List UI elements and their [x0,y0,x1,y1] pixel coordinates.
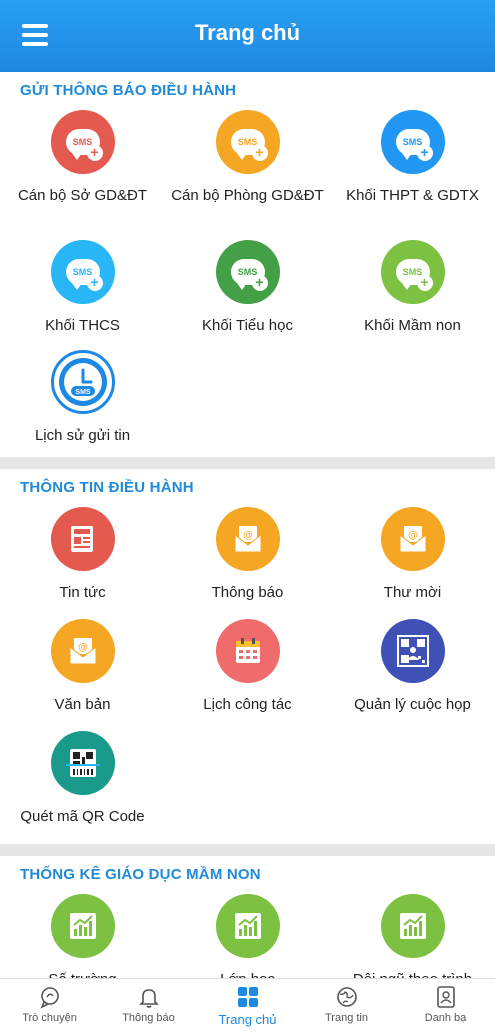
section-title: THÔNG TIN ĐIỀU HÀNH [20,479,194,496]
bottom-navigation: Trò chuyện Thông báo Trang chủ Trang tin… [0,978,495,1036]
nav-tro-chuyen[interactable]: Trò chuyện [0,979,99,1036]
item-tin-tuc[interactable]: Tin tức [0,507,165,619]
sms-add-icon: SMS + [215,110,280,174]
chat-icon [39,987,59,1009]
chart-icon [215,894,280,958]
section-send-notification: GỬI THÔNG BÁO ĐIỀU HÀNH SMS + Cán bộ Sở … [0,72,495,457]
sms-add-icon: SMS + [380,110,445,174]
item-can-bo-so[interactable]: SMS + Cán bộ Sở GD&ĐT [0,110,165,240]
sms-add-icon: SMS + [50,240,115,304]
chart-icon [50,894,115,958]
item-label: Cán bộ Phòng GD&ĐT [171,187,324,204]
item-label: Khối THCS [45,317,120,334]
section-title: GỬI THÔNG BÁO ĐIỀU HÀNH [20,82,237,99]
nav-trang-chu[interactable]: Trang chủ [198,979,297,1036]
sms-add-icon: SMS + [50,110,115,174]
main-content[interactable]: GỬI THÔNG BÁO ĐIỀU HÀNH SMS + Cán bộ Sở … [0,72,495,978]
page-title: Trang chủ [194,20,301,45]
item-label: Thư mời [383,584,442,601]
contacts-icon [436,986,455,1008]
mail-icon: @ [50,619,115,683]
item-khoi-thcs[interactable]: SMS + Khối THCS [0,240,165,350]
item-label: Cán bộ Sở GD&ĐT [17,187,148,204]
app-header: Trang chủ [0,0,495,72]
home-grid-icon [237,987,258,1007]
section-info: THÔNG TIN ĐIỀU HÀNH Tin tức @ Thông báo … [0,469,495,844]
item-label: Quét mã QR Code [20,808,145,825]
item-khoi-mam-non[interactable]: SMS + Khối Mầm non [330,240,495,350]
item-label: Văn bản [54,696,111,713]
item-label: Quản lý cuộc họp [354,696,471,713]
meeting-qr-icon [380,619,445,683]
item-label: Tin tức [59,584,106,601]
svg-text:@: @ [78,642,88,653]
item-khoi-tieu-hoc[interactable]: SMS + Khối Tiểu học [165,240,330,350]
mail-icon: @ [380,507,445,571]
svg-text:@: @ [243,530,253,541]
item-label: Lịch sử gửi tin [34,427,131,444]
item-quan-ly-cuoc-hop[interactable]: Quản lý cuộc họp [330,619,495,731]
nav-trang-tin[interactable]: Trang tin [297,979,396,1036]
sms-history-icon: SMS [50,350,115,414]
item-so-truong[interactable]: Số trường [0,894,165,978]
item-label: Lịch công tác [203,696,292,713]
item-label: Khối Tiểu học [202,317,293,334]
item-thu-moi[interactable]: @ Thư mời [330,507,495,619]
item-label: Số trường [3,970,163,978]
nav-label: Thông báo [122,1012,175,1024]
nav-label: Danh bạ [424,1012,467,1024]
nav-thong-bao[interactable]: Thông báo [99,979,198,1036]
item-lich-su-gui-tin[interactable]: SMS Lịch sử gửi tin [0,350,165,460]
chart-icon [380,894,445,958]
nav-label: Trò chuyện [22,1012,77,1024]
nav-danh-ba[interactable]: Danh bạ [396,979,495,1036]
item-lop-hoc[interactable]: Lớp học [165,894,330,978]
item-thong-bao[interactable]: @ Thông báo [165,507,330,619]
item-label: Khối Mầm non [364,317,461,334]
sms-add-icon: SMS + [380,240,445,304]
nav-label: Trang chủ [218,1012,277,1027]
svg-text:@: @ [408,530,418,541]
section-statistics: THỐNG KÊ GIÁO DỤC MẦM NON Số trường [0,856,495,978]
newspaper-icon [50,507,115,571]
sms-add-icon: SMS + [215,240,280,304]
section-title: THỐNG KÊ GIÁO DỤC MẦM NON [20,866,261,883]
nav-label: Trang tin [324,1012,368,1024]
item-lich-cong-tac[interactable]: Lịch công tác [165,619,330,731]
item-khoi-thpt[interactable]: SMS + Khối THPT & GDTX [330,110,495,240]
globe-icon [336,987,357,1007]
calendar-icon [215,619,280,683]
item-label: Đội ngũ theo trình [333,970,493,978]
item-doi-ngu[interactable]: Đội ngũ theo trình [330,894,495,978]
item-can-bo-phong[interactable]: SMS + Cán bộ Phòng GD&ĐT [165,110,330,240]
item-label: Lớp học [168,970,328,978]
qr-scan-icon [50,731,115,795]
mail-icon: @ [215,507,280,571]
svg-text:SMS: SMS [75,389,91,396]
item-label: Thông báo [211,584,284,601]
bell-icon [138,989,159,1008]
item-van-ban[interactable]: @ Văn bản [0,619,165,731]
item-quet-ma-qr[interactable]: Quét mã QR Code [0,731,165,843]
item-label: Khối THPT & GDTX [346,187,479,204]
